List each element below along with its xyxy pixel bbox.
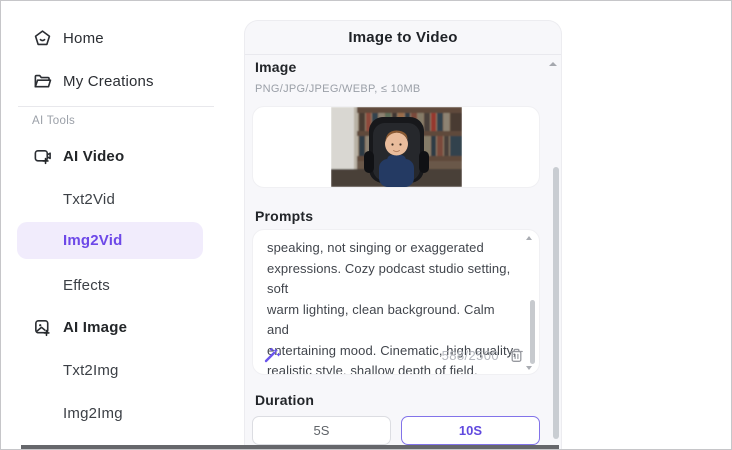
folder-icon (32, 71, 52, 91)
horizontal-scrollbar[interactable] (21, 445, 559, 449)
panel-scroll-up-icon[interactable] (549, 62, 557, 66)
uploaded-photo (330, 107, 462, 187)
sidebar-item-my-creations[interactable]: My Creations (1, 67, 241, 95)
ai-image-icon (32, 317, 52, 337)
magic-wand-icon[interactable] (263, 346, 281, 364)
sidebar-item-label: Home (63, 29, 104, 47)
sidebar-item-label: AI Image (63, 318, 128, 336)
sidebar-item-label: Txt2Vid (63, 190, 115, 208)
sidebar-item-img2vid-active[interactable]: Img2Vid (17, 222, 203, 259)
sidebar-item-label: My Creations (63, 72, 154, 90)
prompt-footer: 588/2500 (253, 344, 539, 364)
sidebar-item-label: Effects (63, 276, 110, 294)
duration-option-5s[interactable]: 5S (252, 416, 391, 445)
sidebar-divider (18, 106, 214, 107)
ai-video-icon (32, 146, 52, 166)
image-upload-preview[interactable] (252, 106, 540, 188)
sidebar-item-label: Img2Img (63, 404, 123, 422)
panel-header: Image to Video (245, 21, 561, 55)
char-counter: 588/2500 (441, 348, 499, 363)
image-to-video-panel: Image to Video Image PNG/JPG/JPEG/WEBP, … (244, 20, 562, 449)
sidebar-item-ai-video[interactable]: AI Video (1, 142, 241, 170)
panel-scrollbar-thumb[interactable] (553, 167, 559, 439)
sidebar-item-effects[interactable]: Effects (1, 271, 241, 299)
sidebar-item-img2img[interactable]: Img2Img (1, 399, 241, 427)
image-section-heading: Image (255, 59, 297, 75)
sidebar-item-ai-image[interactable]: AI Image (1, 313, 241, 341)
sidebar-item-label: Txt2Img (63, 361, 119, 379)
duration-section-heading: Duration (255, 392, 315, 408)
duration-options: 5S 10S (252, 416, 540, 445)
duration-option-10s[interactable]: 10S (401, 416, 540, 445)
sidebar-item-label: Img2Vid (63, 232, 123, 249)
sidebar-item-txt2img[interactable]: Txt2Img (1, 356, 241, 384)
prompt-textarea[interactable]: speaking, not singing or exaggerated exp… (252, 229, 540, 375)
sidebar-section-label: AI Tools (32, 115, 76, 127)
app-window: Home My Creations AI Tools AI Video Txt2… (0, 0, 732, 450)
prompt-scroll-up-icon[interactable] (526, 236, 532, 240)
home-icon (32, 28, 52, 48)
prompts-section-heading: Prompts (255, 208, 314, 224)
trash-icon[interactable] (508, 347, 525, 364)
panel-title: Image to Video (348, 29, 458, 46)
sidebar: Home My Creations AI Tools AI Video Txt2… (1, 1, 241, 449)
prompt-scroll-down-icon[interactable] (526, 366, 532, 370)
sidebar-item-home[interactable]: Home (1, 24, 241, 52)
sidebar-item-txt2vid[interactable]: Txt2Vid (1, 185, 241, 213)
image-formats-note: PNG/JPG/JPEG/WEBP, ≤ 10MB (255, 83, 421, 95)
sidebar-item-label: AI Video (63, 147, 125, 165)
